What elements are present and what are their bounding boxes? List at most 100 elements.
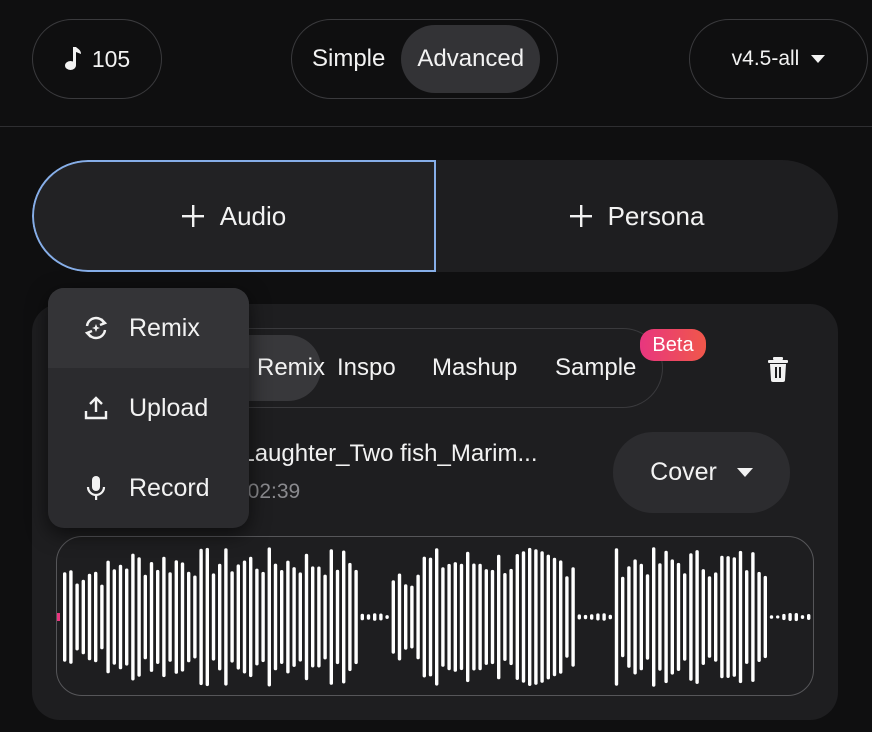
waveform-bar <box>292 567 296 667</box>
mode-simple[interactable]: Simple <box>296 25 401 93</box>
model-version-select[interactable]: v4.5-all <box>689 19 868 99</box>
add-audio-button[interactable]: Audio <box>32 160 436 272</box>
waveform-bar <box>112 569 116 665</box>
delete-button[interactable] <box>764 354 792 384</box>
menu-item-record-label: Record <box>129 474 210 502</box>
waveform-bar <box>100 584 104 650</box>
waveform-bar <box>776 615 780 619</box>
waveform-bar <box>484 569 488 665</box>
waveform-bar <box>63 572 67 662</box>
music-note-icon <box>64 47 81 70</box>
add-persona-button[interactable]: Persona <box>436 160 838 272</box>
waveform-bar <box>590 614 594 620</box>
waveform-bar <box>596 613 600 621</box>
waveform-bar <box>230 571 234 663</box>
waveform-bar <box>639 563 643 671</box>
waveform-bar <box>94 571 98 663</box>
waveform-bar <box>410 585 414 649</box>
waveform-bar <box>404 584 408 650</box>
waveform-bar <box>304 553 309 681</box>
waveform-bar <box>769 615 774 619</box>
waveform-bar <box>323 574 327 660</box>
waveform-bar <box>329 549 333 685</box>
waveform-bar <box>714 572 718 662</box>
waveform-bar <box>311 566 315 668</box>
add-source-bar: Audio Persona <box>32 160 838 272</box>
menu-item-upload[interactable]: Upload <box>48 368 249 448</box>
trash-icon <box>768 357 788 382</box>
waveform-bar <box>187 571 191 663</box>
add-persona-label: Persona <box>607 200 705 231</box>
cover-select-label: Cover <box>650 458 717 486</box>
caret-down-icon <box>811 54 826 63</box>
beta-badge: Beta <box>640 329 706 361</box>
playhead[interactable] <box>57 613 60 621</box>
tab-inspo-label: Inspo <box>337 354 396 381</box>
tab-mashup[interactable]: Mashup <box>432 335 517 401</box>
waveform-bar <box>621 576 625 658</box>
header-divider <box>0 126 872 127</box>
waveform-bar <box>800 615 805 619</box>
tab-inspo[interactable]: Inspo <box>337 335 396 401</box>
waveform-bar <box>280 570 284 664</box>
waveform-bar <box>441 567 445 667</box>
waveform-bar <box>503 573 507 661</box>
waveform-bar <box>348 562 352 672</box>
waveform-bar <box>335 569 340 665</box>
waveform-bar <box>118 564 123 670</box>
waveform-bar <box>435 548 439 686</box>
add-audio-label: Audio <box>219 200 287 231</box>
waveform-bar <box>317 566 321 668</box>
tab-sample-label: Sample <box>555 354 637 381</box>
waveform-bar <box>180 562 185 672</box>
waveform-bar <box>745 570 749 664</box>
menu-item-remix-label: Remix <box>129 314 200 342</box>
waveform-bar <box>453 562 457 672</box>
waveform-bar <box>732 557 736 677</box>
waveform-bar <box>87 573 92 661</box>
waveform-bar <box>534 549 538 685</box>
tab-sample[interactable]: Sample <box>555 335 636 401</box>
waveform-bar <box>757 571 761 662</box>
waveform-bar <box>676 562 681 671</box>
plus-icon <box>181 205 204 227</box>
waveform-bar <box>788 613 792 621</box>
waveform[interactable] <box>56 536 814 696</box>
waveform-bar <box>763 575 767 659</box>
waveform-bar <box>205 547 209 687</box>
waveform-bar <box>162 556 166 678</box>
mode-advanced[interactable]: Advanced <box>401 25 541 93</box>
plus-icon <box>569 205 592 227</box>
mode-switch[interactable]: Simple Advanced <box>291 19 558 99</box>
tab-mashup-label: Mashup <box>432 354 518 381</box>
waveform-bar <box>707 576 712 658</box>
waveform-bar <box>81 579 85 655</box>
credits-badge[interactable]: 105 <box>32 19 162 99</box>
credits-count: 105 <box>91 45 131 72</box>
waveform-bar <box>466 551 470 683</box>
menu-item-remix[interactable]: Remix <box>48 288 249 368</box>
waveform-bar <box>614 548 619 686</box>
waveform-bar <box>627 566 631 668</box>
waveform-bar <box>342 550 346 684</box>
menu-item-record[interactable]: Record <box>48 448 249 528</box>
track-duration: / 02:39 <box>236 480 301 503</box>
waveform-bar <box>360 613 364 621</box>
waveform-bar <box>391 580 395 654</box>
waveform-bar <box>218 563 222 671</box>
waveform-bar <box>546 554 550 680</box>
waveform-bar <box>472 563 476 671</box>
waveform-bar <box>540 551 544 683</box>
cover-select[interactable]: Cover <box>613 432 790 513</box>
audio-mode-tabs: Remix Inspo Mashup Sample <box>186 328 663 408</box>
remix-icon <box>84 316 108 340</box>
waveform-bar <box>490 569 495 665</box>
waveform-bar <box>75 583 79 651</box>
waveform-bar <box>559 560 563 674</box>
waveform-bar <box>664 550 668 684</box>
waveform-bar <box>193 575 197 659</box>
waveform-bar <box>242 560 247 674</box>
waveform-bar <box>286 560 290 674</box>
waveform-bar <box>497 554 501 680</box>
waveform-bar <box>738 550 743 684</box>
